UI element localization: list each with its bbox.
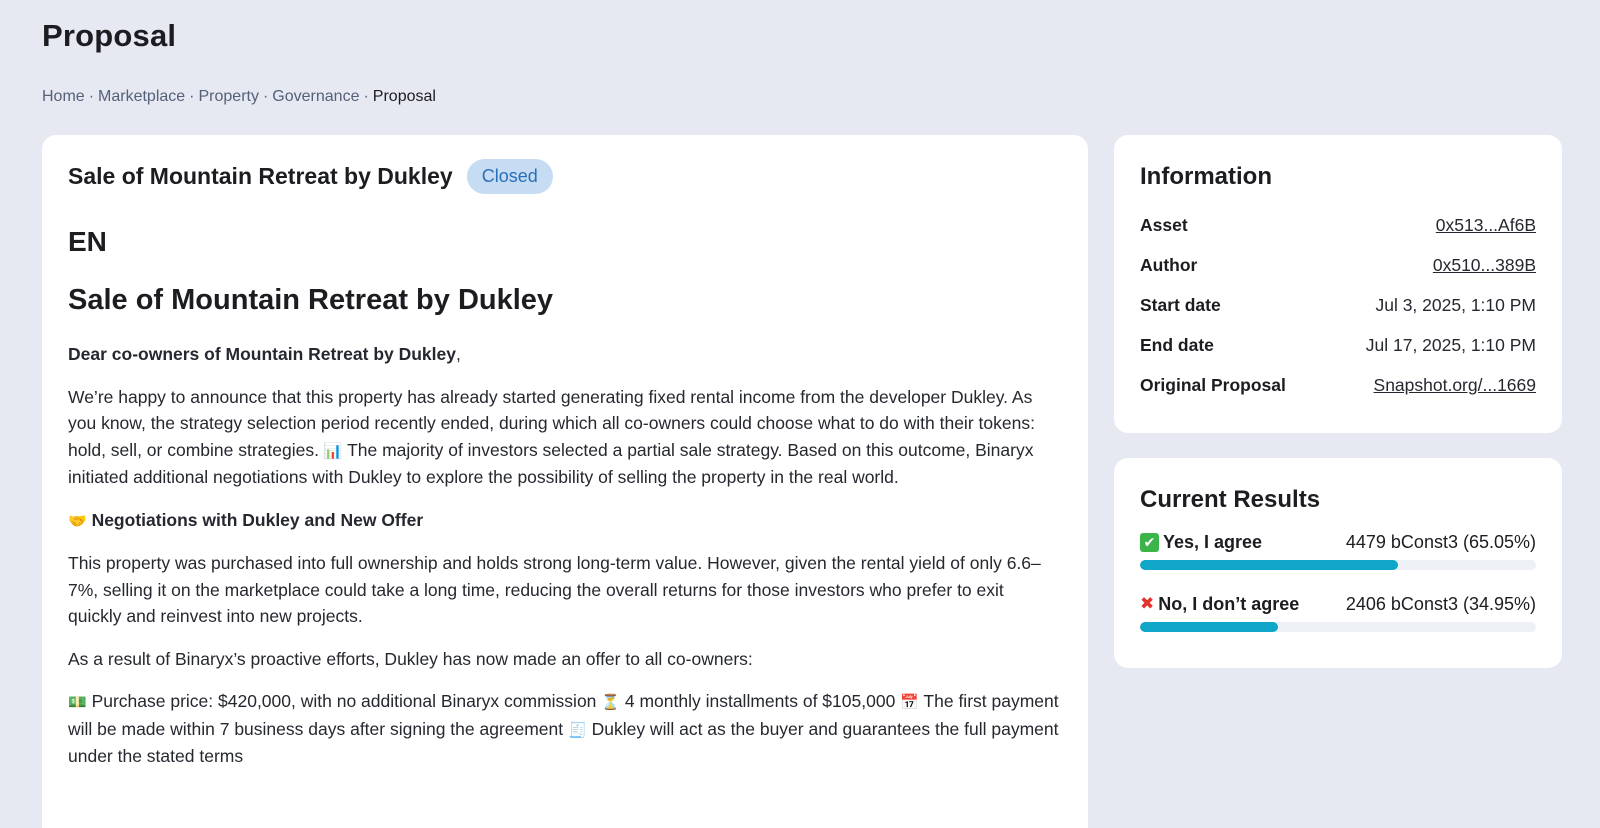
results-heading: Current Results xyxy=(1140,486,1321,513)
proposal-title: Sale of Mountain Retreat by Dukley xyxy=(68,163,453,189)
original-proposal-link[interactable]: Snapshot.org/...1669 xyxy=(1374,375,1536,396)
info-label: Author xyxy=(1140,254,1198,275)
breadcrumb-property[interactable]: Property xyxy=(199,88,259,106)
calendar-icon: 📅 xyxy=(900,693,919,711)
info-label: Start date xyxy=(1140,294,1221,315)
result-label: ✔ Yes, I agree xyxy=(1140,532,1262,553)
breadcrumb-governance[interactable]: Governance xyxy=(272,88,359,106)
info-row-asset: Asset 0x513...Af6B xyxy=(1140,205,1536,245)
result-no: ✖ No, I don’t agree 2406 bConst3 (34.95%… xyxy=(1140,590,1536,632)
cross-mark-icon: ✖ xyxy=(1140,594,1155,613)
info-row-end-date: End date Jul 17, 2025, 1:10 PM xyxy=(1140,325,1536,365)
breadcrumb-separator: · xyxy=(189,88,195,105)
section-heading-text: Negotiations with Dukley and New Offer xyxy=(91,509,424,530)
info-row-start-date: Start date Jul 3, 2025, 1:10 PM xyxy=(1140,285,1536,325)
progress-fill xyxy=(1140,622,1279,632)
handshake-icon: 🤝 xyxy=(68,511,87,530)
check-mark-icon: ✔ xyxy=(1140,532,1159,552)
language-heading: EN xyxy=(68,226,107,257)
information-card: Information Asset 0x513...Af6B Author 0x… xyxy=(1114,135,1562,433)
page-title: Proposal xyxy=(42,18,177,53)
result-row: ✖ No, I don’t agree 2406 bConst3 (34.95%… xyxy=(1140,590,1536,618)
proposal-card: Sale of Mountain Retreat by Dukley Close… xyxy=(42,135,1088,828)
status-badge: Closed xyxy=(466,159,553,194)
paragraph-offer: 💵 Purchase price: $420,000, with no addi… xyxy=(68,688,1062,770)
greeting: Dear co-owners of Mountain Retreat by Du… xyxy=(68,341,1062,368)
breadcrumb-separator: · xyxy=(262,88,269,105)
content-title: Sale of Mountain Retreat by Dukley xyxy=(68,284,554,316)
info-row-original-proposal: Original Proposal Snapshot.org/...1669 xyxy=(1140,365,1536,405)
progress-track xyxy=(1140,560,1536,570)
money-icon: 💵 xyxy=(68,693,87,711)
result-row: ✔ Yes, I agree 4479 bConst3 (65.05%) xyxy=(1140,528,1536,556)
section-heading: 🤝 Negotiations with Dukley and New Offer xyxy=(68,507,1062,535)
paragraph-intro: We’re happy to announce that this proper… xyxy=(68,384,1062,491)
proposal-header: Sale of Mountain Retreat by Dukley Close… xyxy=(68,159,1062,194)
progress-track xyxy=(1140,622,1536,632)
proposal-page: Proposal Home · Marketplace · Property ·… xyxy=(0,0,1600,828)
breadcrumb-separator: · xyxy=(88,88,95,105)
breadcrumb: Home · Marketplace · Property · Governan… xyxy=(42,88,436,106)
greeting-bold: Dear co-owners of Mountain Retreat by Du… xyxy=(68,344,456,364)
paragraph-value: This property was purchased into full ow… xyxy=(68,553,1041,626)
offer-installments: 4 monthly installments of $105,000 xyxy=(624,691,896,711)
hourglass-icon: ⏳ xyxy=(601,693,620,711)
greeting-tail: , xyxy=(456,344,461,364)
result-value: 2406 bConst3 (34.95%) xyxy=(1345,593,1536,614)
results-card: Current Results ✔ Yes, I agree 4479 bCon… xyxy=(1114,458,1562,668)
result-label: ✖ No, I don’t agree xyxy=(1140,594,1299,615)
start-date-value: Jul 3, 2025, 1:10 PM xyxy=(1375,294,1536,315)
result-value: 4479 bConst3 (65.05%) xyxy=(1345,531,1536,552)
offer-price: Purchase price: $420,000, with no additi… xyxy=(91,691,597,711)
breadcrumb-home[interactable]: Home xyxy=(42,88,85,106)
progress-fill xyxy=(1140,560,1398,570)
result-label-text: Yes, I agree xyxy=(1163,531,1263,552)
asset-link[interactable]: 0x513...Af6B xyxy=(1436,215,1536,236)
end-date-value: Jul 17, 2025, 1:10 PM xyxy=(1365,334,1536,355)
info-label: Original Proposal xyxy=(1140,374,1286,395)
information-heading: Information xyxy=(1140,163,1272,190)
result-yes: ✔ Yes, I agree 4479 bConst3 (65.05%) xyxy=(1140,528,1536,570)
author-link[interactable]: 0x510...389B xyxy=(1433,255,1536,276)
paragraph-offer-intro: As a result of Binaryx’s proactive effor… xyxy=(68,648,753,669)
result-label-text: No, I don’t agree xyxy=(1158,593,1300,614)
receipt-icon: 🧾 xyxy=(568,720,587,739)
info-row-author: Author 0x510...389B xyxy=(1140,245,1536,285)
breadcrumb-marketplace[interactable]: Marketplace xyxy=(98,88,185,106)
info-label: Asset xyxy=(1140,214,1188,235)
bar-chart-icon: 📊 xyxy=(323,441,343,460)
breadcrumb-separator: · xyxy=(363,88,369,105)
info-label: End date xyxy=(1140,334,1214,355)
breadcrumb-proposal: Proposal xyxy=(372,88,436,105)
